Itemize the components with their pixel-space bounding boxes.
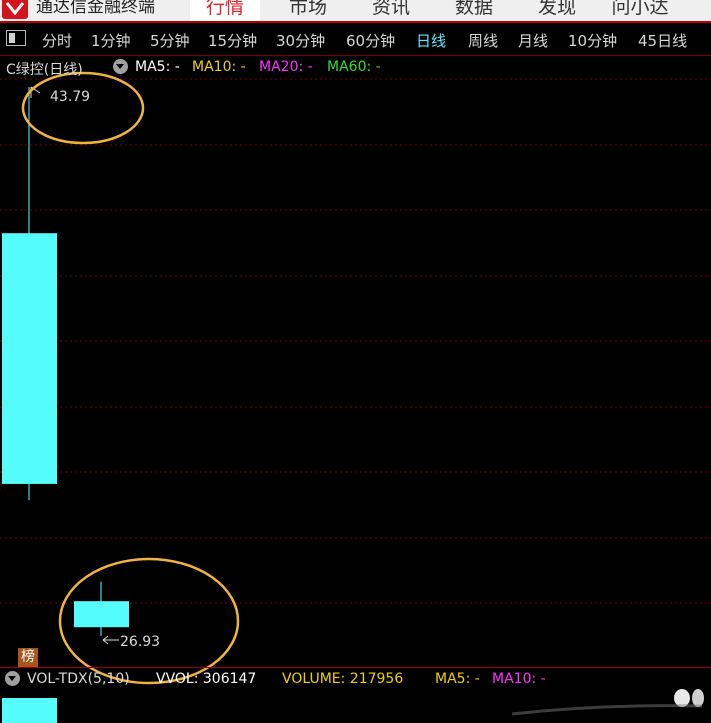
candle-body-0[interactable] [2,233,57,484]
volume-indicator-label: VOL-TDX(5,10) [27,671,130,687]
panel-divider [0,667,711,668]
ma-indicator-row: C绿控(日线) MA5: - MA10: - MA20: - MA60: - [0,59,711,79]
ma10-value: MA10: - [192,59,246,75]
ma60-value: MA60: - [327,59,381,75]
volume-dropdown-icon[interactable] [5,671,20,686]
low-price-label: 26.93 [120,634,160,650]
indicator-dropdown-icon[interactable] [113,59,128,74]
vvol-value: VVOL: 306147 [156,671,257,687]
high-price-label: 43.79 [50,89,90,105]
highlight-circle-high [21,71,145,145]
ranking-badge[interactable]: 榜 [18,648,38,667]
candles [2,87,129,636]
ma20-value: MA20: - [259,59,313,75]
ma5-value: MA5: - [135,59,180,75]
stock-period-label: C绿控(日线) [6,62,83,78]
watermark-icon [512,689,704,716]
kline-chart[interactable]: 43.79 26.93 [0,0,711,723]
low-arrow-icon [102,635,119,645]
volume-value: VOLUME: 217956 [282,671,404,687]
chart-grid [0,78,711,604]
volume-bar [2,698,57,723]
vol-ma5-value: MA5: - [435,671,480,687]
candle-body-1[interactable] [74,601,129,628]
